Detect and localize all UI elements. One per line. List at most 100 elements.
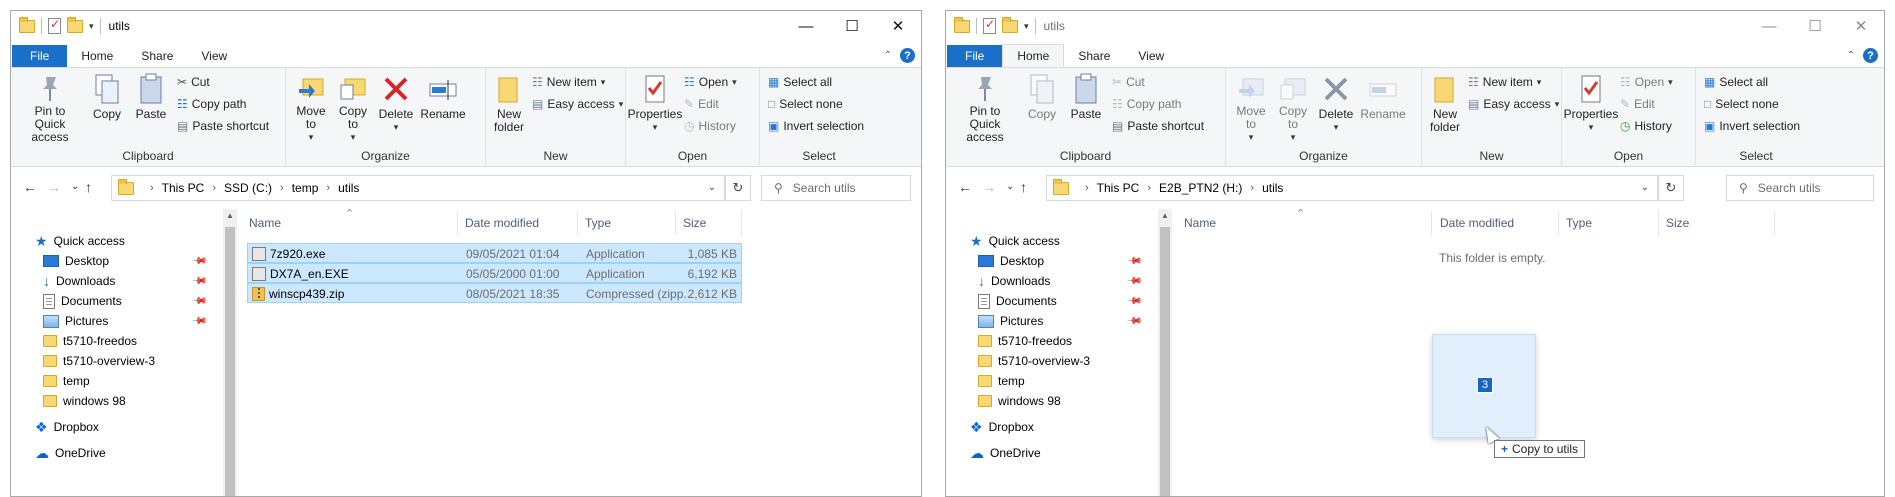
- copy-button[interactable]: Copy: [85, 72, 129, 144]
- chevron-down-icon[interactable]: ⌄: [708, 182, 716, 193]
- nav-quick-access[interactable]: ★ Quick access: [970, 231, 1060, 251]
- history-button[interactable]: ◷ History: [1620, 116, 1673, 136]
- nav-item-desktop[interactable]: Desktop 📌: [978, 251, 1158, 271]
- search-box[interactable]: ⚲ Search utils: [761, 175, 911, 201]
- copy-path-button[interactable]: ☷ Copy path: [1112, 94, 1204, 114]
- tab-file[interactable]: File: [12, 45, 68, 67]
- close-button[interactable]: ✕: [875, 11, 921, 41]
- nav-item-pictures[interactable]: Pictures 📌: [978, 311, 1158, 331]
- breadcrumb-item[interactable]: This PC: [1097, 181, 1140, 195]
- column-size[interactable]: Size: [1666, 216, 1689, 230]
- title-bar[interactable]: ▾ utils — ☐ ✕: [946, 11, 1884, 45]
- tab-home[interactable]: Home: [1002, 44, 1065, 67]
- properties-qat-icon[interactable]: [48, 17, 61, 34]
- column-size[interactable]: Size: [683, 216, 706, 230]
- column-date-modified[interactable]: Date modified: [1440, 216, 1514, 230]
- nav-dropbox[interactable]: ❖ Dropbox: [35, 417, 99, 437]
- properties-button[interactable]: Properties ▾: [1564, 72, 1618, 144]
- invert-selection-button[interactable]: ▣ Invert selection: [768, 116, 870, 136]
- collapse-ribbon-icon[interactable]: ⌃: [1847, 50, 1855, 61]
- copy-to-button[interactable]: Copy to ▾: [1272, 72, 1314, 144]
- search-box[interactable]: ⚲ Search utils: [1726, 175, 1874, 201]
- cut-button[interactable]: ✂ Cut: [177, 72, 269, 92]
- new-folder-button[interactable]: New folder: [490, 72, 528, 144]
- select-all-button[interactable]: ▦ Select all: [768, 72, 870, 92]
- invert-selection-button[interactable]: ▣ Invert selection: [1704, 116, 1808, 136]
- breadcrumb-item[interactable]: utils: [1262, 181, 1283, 195]
- nav-item-documents[interactable]: Documents 📌: [43, 291, 223, 311]
- tab-share[interactable]: Share: [1064, 45, 1124, 67]
- nav-item-pictures[interactable]: Pictures 📌: [43, 311, 223, 331]
- cut-button[interactable]: ✂ Cut: [1112, 72, 1204, 92]
- delete-button[interactable]: Delete ▾: [1314, 72, 1358, 144]
- file-row[interactable]: winscp439.zip 08/05/2021 18:35 Compresse…: [247, 283, 742, 303]
- breadcrumb-item[interactable]: This PC: [162, 181, 205, 195]
- delete-button[interactable]: Delete ▾: [374, 72, 418, 144]
- customize-qat-icon[interactable]: ▾: [1024, 21, 1029, 32]
- copy-path-button[interactable]: ☷ Copy path: [177, 94, 269, 114]
- pin-to-quick-access-button[interactable]: Pin to Quick access: [15, 72, 85, 144]
- pin-to-quick-access-button[interactable]: Pin to Quick access: [950, 72, 1020, 144]
- search-input[interactable]: Search utils: [1758, 181, 1821, 195]
- nav-item-downloads[interactable]: ↓ Downloads 📌: [43, 271, 223, 291]
- file-row[interactable]: DX7A_en.EXE 05/05/2000 01:00 Application…: [247, 263, 742, 283]
- breadcrumb-item[interactable]: utils: [338, 181, 359, 195]
- properties-qat-icon[interactable]: [983, 17, 996, 34]
- refresh-button[interactable]: ↻: [725, 175, 751, 201]
- nav-item-folder[interactable]: t5710-freedos: [43, 331, 137, 351]
- nav-dropbox[interactable]: ❖ Dropbox: [970, 417, 1034, 437]
- address-bar[interactable]: › This PC › E2B_PTN2 (H:) › utils ⌄: [1046, 175, 1658, 201]
- chevron-down-icon[interactable]: ⌄: [1641, 182, 1649, 193]
- nav-item-folder[interactable]: windows 98: [978, 391, 1061, 411]
- column-name[interactable]: Name: [249, 216, 281, 230]
- paste-button[interactable]: Paste: [129, 72, 173, 144]
- up-arrow-icon[interactable]: ↑: [85, 179, 92, 195]
- copy-button[interactable]: Copy: [1020, 72, 1064, 144]
- address-bar[interactable]: › This PC › SSD (C:) › temp › utils ⌄: [111, 175, 725, 201]
- select-none-button[interactable]: □ Select none: [768, 94, 870, 114]
- rename-button[interactable]: Rename: [1358, 72, 1408, 144]
- nav-scrollbar[interactable]: ▲: [223, 209, 237, 496]
- open-button[interactable]: ☷ Open ▾: [684, 72, 737, 92]
- title-bar[interactable]: ▾ utils — ☐ ✕: [11, 11, 921, 45]
- breadcrumb-item[interactable]: temp: [292, 181, 319, 195]
- new-folder-qat-icon[interactable]: [1002, 16, 1018, 33]
- nav-item-downloads[interactable]: ↓ Downloads 📌: [978, 271, 1158, 291]
- copy-to-button[interactable]: Copy to ▾: [332, 72, 374, 144]
- select-none-button[interactable]: □ Select none: [1704, 94, 1808, 114]
- tab-view[interactable]: View: [187, 45, 241, 67]
- nav-item-desktop[interactable]: Desktop 📌: [43, 251, 223, 271]
- properties-button[interactable]: Properties ▾: [628, 72, 682, 144]
- new-folder-qat-icon[interactable]: [67, 16, 83, 33]
- nav-item-folder[interactable]: temp: [43, 371, 90, 391]
- paste-shortcut-button[interactable]: ▤ Paste shortcut: [177, 116, 269, 136]
- move-to-button[interactable]: Move to ▾: [290, 72, 332, 144]
- maximize-button[interactable]: ☐: [1792, 11, 1838, 41]
- refresh-button[interactable]: ↻: [1658, 175, 1684, 201]
- forward-arrow-icon[interactable]: →: [982, 179, 996, 195]
- edit-button[interactable]: ✎ Edit: [1620, 94, 1673, 114]
- nav-onedrive[interactable]: ☁ OneDrive: [35, 443, 106, 463]
- paste-shortcut-button[interactable]: ▤ Paste shortcut: [1112, 116, 1204, 136]
- file-row[interactable]: 7z920.exe 09/05/2021 01:04 Application 1…: [247, 243, 742, 263]
- help-icon[interactable]: ?: [900, 48, 915, 63]
- nav-item-folder[interactable]: temp: [978, 371, 1025, 391]
- close-button[interactable]: ✕: [1838, 11, 1884, 41]
- search-input[interactable]: Search utils: [793, 181, 856, 195]
- nav-quick-access[interactable]: ★ Quick access: [35, 231, 125, 251]
- tab-home[interactable]: Home: [67, 45, 127, 67]
- up-arrow-icon[interactable]: ↑: [1020, 179, 1027, 195]
- tab-file[interactable]: File: [947, 45, 1003, 67]
- breadcrumb-item[interactable]: SSD (C:): [224, 181, 272, 195]
- back-arrow-icon[interactable]: ←: [958, 179, 972, 195]
- column-date-modified[interactable]: Date modified: [465, 216, 539, 230]
- edit-button[interactable]: ✎ Edit: [684, 94, 737, 114]
- nav-scrollbar[interactable]: ▲: [1158, 209, 1172, 496]
- nav-item-documents[interactable]: Documents 📌: [978, 291, 1158, 311]
- new-item-button[interactable]: ☷ New item ▾: [1468, 72, 1559, 92]
- paste-button[interactable]: Paste: [1064, 72, 1108, 144]
- recent-locations-icon[interactable]: ⌄: [1006, 181, 1014, 192]
- forward-arrow-icon[interactable]: →: [47, 179, 61, 195]
- column-type[interactable]: Type: [585, 216, 611, 230]
- easy-access-button[interactable]: ▤ Easy access ▾: [532, 94, 623, 114]
